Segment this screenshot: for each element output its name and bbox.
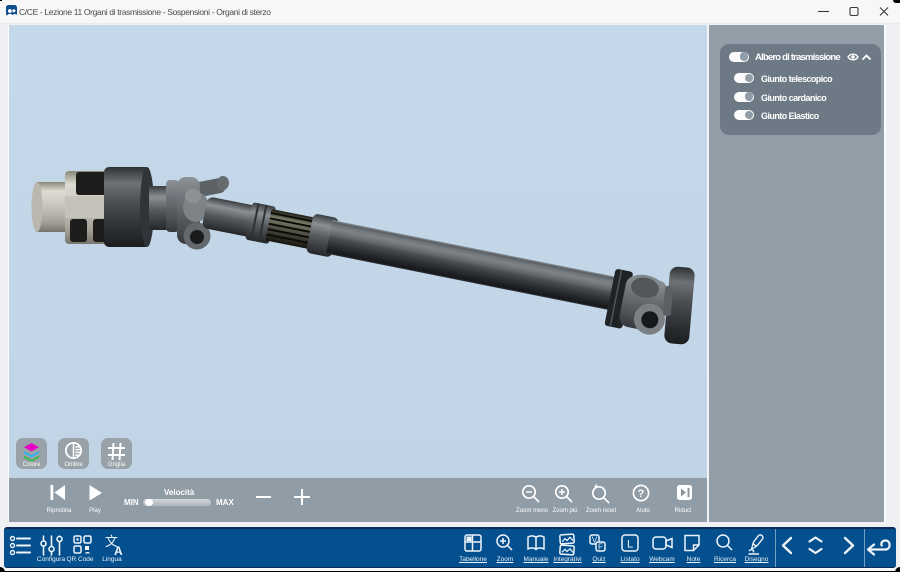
svg-text:F: F (598, 543, 603, 552)
svg-text:L: L (627, 539, 633, 551)
svg-text:?: ? (638, 488, 645, 500)
